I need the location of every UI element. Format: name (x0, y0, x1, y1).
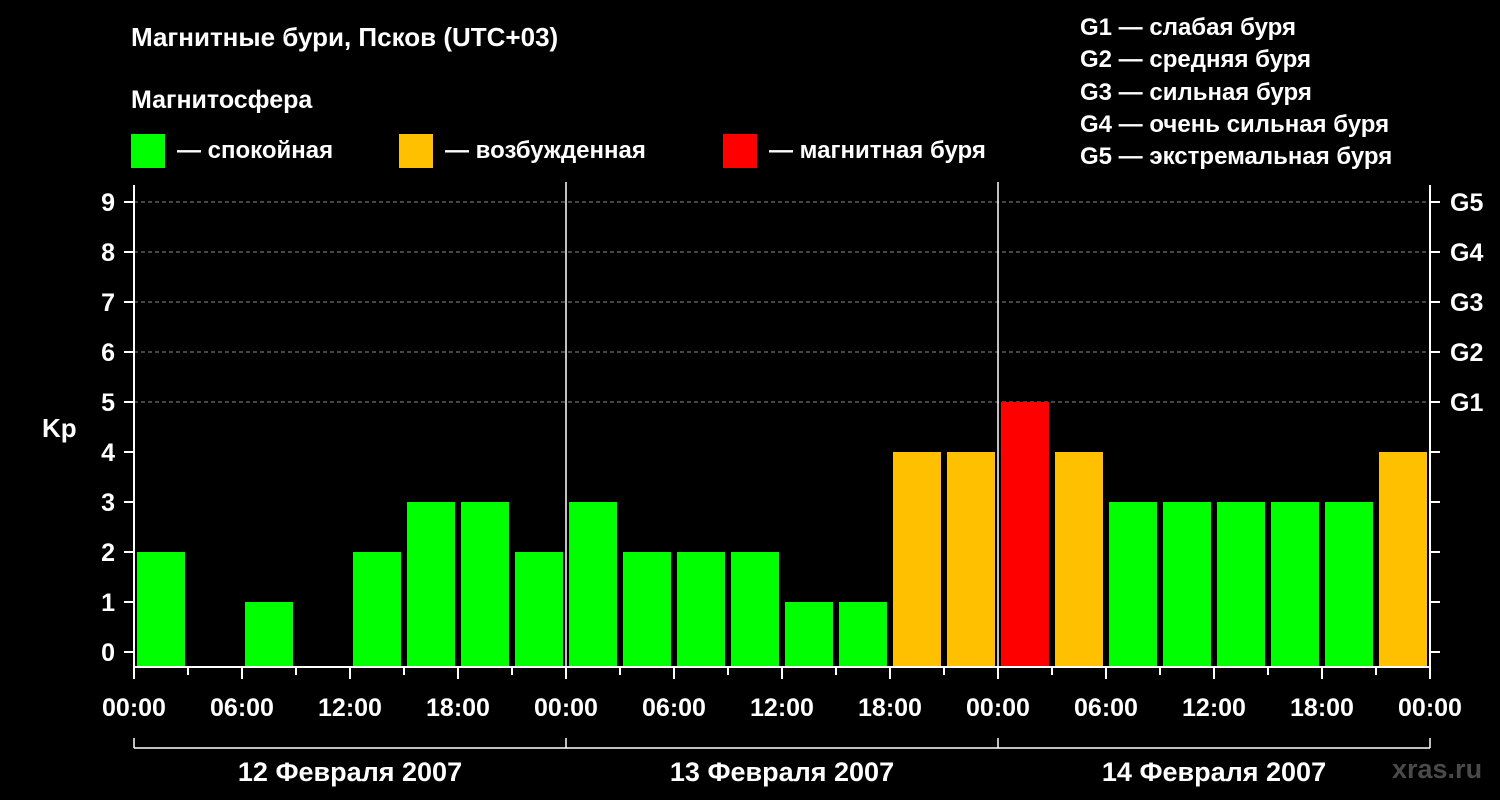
kp-bar (623, 552, 671, 667)
x-tick-label: 00:00 (534, 694, 598, 722)
day-label: 14 Февраля 2007 (1102, 757, 1326, 787)
day-label: 13 Февраля 2007 (670, 757, 894, 787)
kp-bar (1325, 502, 1373, 667)
watermark: xras.ru (1392, 754, 1483, 784)
kp-bar (893, 452, 941, 667)
kp-bar (1109, 502, 1157, 667)
kp-bar (1217, 502, 1265, 667)
kp-bar-chart: 0 1 2 3 4 5 6 7 8 9 G1 G2 G3 G4 G5 Kp 00:00 06:00 12:00 18:… (42, 182, 1483, 787)
kp-bar (137, 552, 185, 667)
kp-bar (677, 552, 725, 667)
y-tick-label: 4 (101, 439, 115, 467)
x-tick-label: 12:00 (1182, 694, 1246, 722)
kp-bar (839, 602, 887, 667)
x-tick-label: 00:00 (102, 694, 166, 722)
x-tick-label: 06:00 (642, 694, 706, 722)
x-tick-label: 18:00 (858, 694, 922, 722)
x-tick-label: 06:00 (210, 694, 274, 722)
y-tick-label: 7 (101, 289, 115, 317)
kp-bar (1055, 452, 1103, 667)
storm-level-tick-label: G4 (1450, 239, 1483, 267)
x-tick-label: 00:00 (1398, 694, 1462, 722)
x-tick-label: 12:00 (318, 694, 382, 722)
kp-bar (407, 502, 455, 667)
y-tick-label: 0 (101, 639, 115, 667)
storm-level-tick-label: G5 (1450, 189, 1483, 217)
kp-bar (245, 602, 293, 667)
kp-bar (1379, 452, 1427, 667)
storm-level-tick-label: G2 (1450, 339, 1483, 367)
x-tick-label: 18:00 (426, 694, 490, 722)
kp-bar (731, 552, 779, 667)
x-tick-label: 00:00 (966, 694, 1030, 722)
storm-level-tick-label: G1 (1450, 389, 1483, 417)
kp-bar (461, 502, 509, 667)
kp-bar (785, 602, 833, 667)
y-tick-label: 9 (101, 189, 115, 217)
y-tick-label: 3 (101, 489, 115, 517)
y-tick-label: 8 (101, 239, 115, 267)
y-tick-label: 1 (101, 589, 115, 617)
y-tick-label: 6 (101, 339, 115, 367)
kp-bar (353, 552, 401, 667)
day-label: 12 Февраля 2007 (238, 757, 462, 787)
y-tick-label: 5 (101, 389, 115, 417)
y-axis-label: Kp (42, 413, 77, 443)
kp-bar (1271, 502, 1319, 667)
x-tick-label: 18:00 (1290, 694, 1354, 722)
x-tick-label: 06:00 (1074, 694, 1138, 722)
kp-bar (515, 552, 563, 667)
y-tick-label: 2 (101, 539, 115, 567)
kp-bar (1163, 502, 1211, 667)
kp-bar (569, 502, 617, 667)
x-tick-label: 12:00 (750, 694, 814, 722)
storm-level-tick-label: G3 (1450, 289, 1483, 317)
kp-bar (1001, 402, 1049, 667)
kp-bar (947, 452, 995, 667)
